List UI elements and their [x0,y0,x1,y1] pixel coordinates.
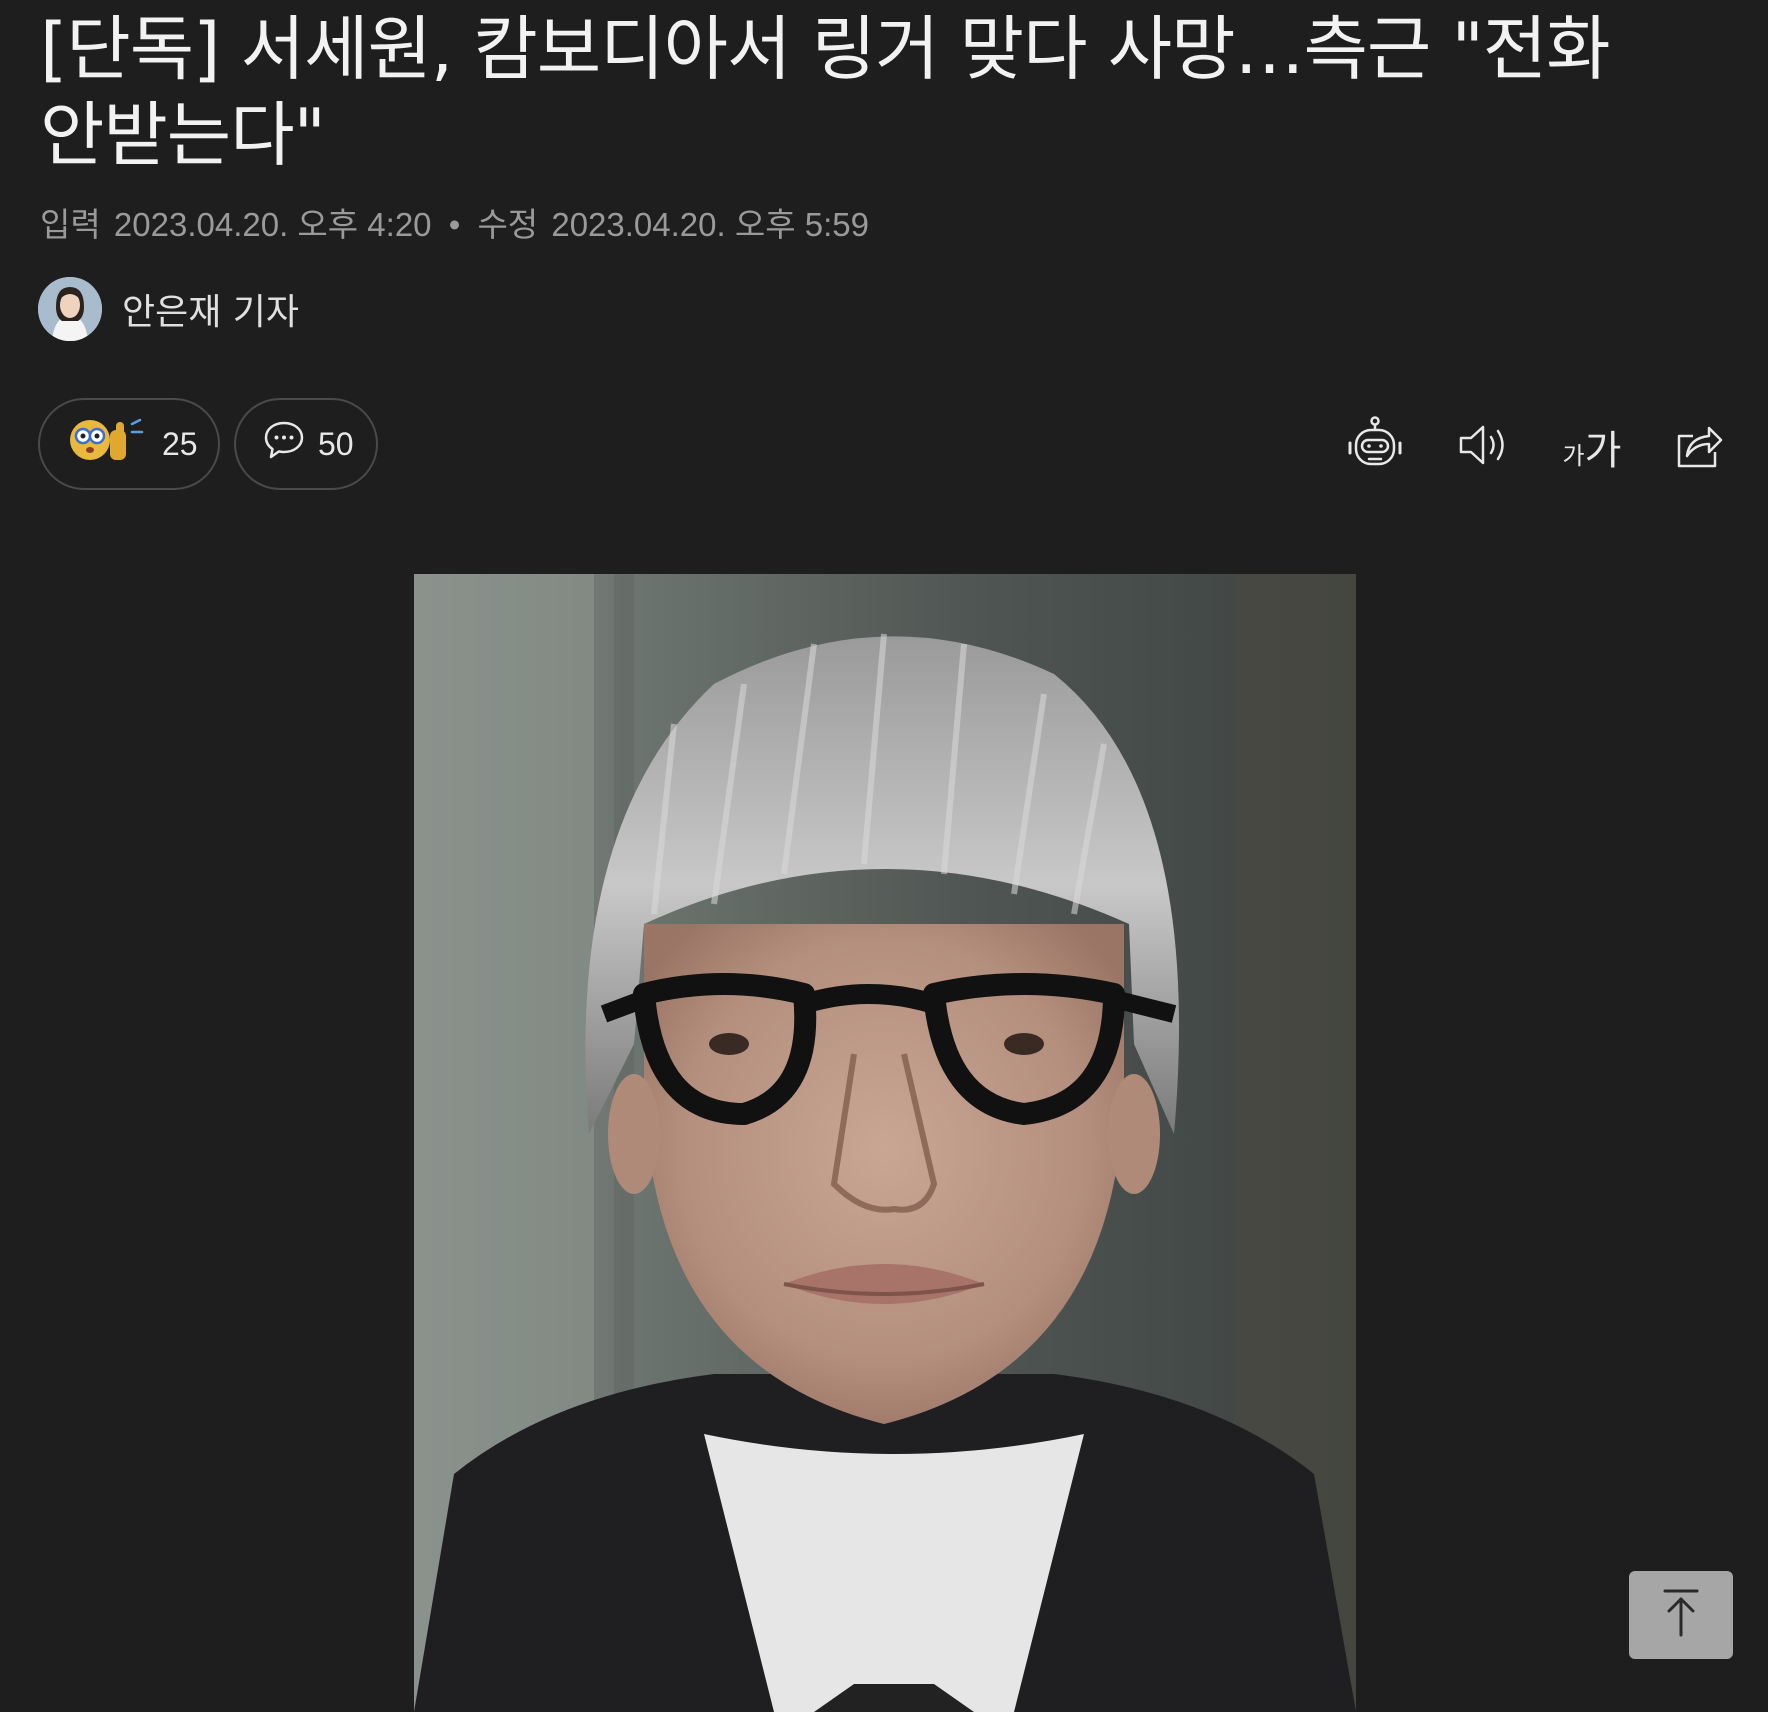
reaction-emoji-icon [66,414,150,474]
reaction-count: 25 [162,425,198,462]
robot-summary-icon [1345,415,1405,479]
input-label: 입력 [40,206,101,243]
author-avatar[interactable] [38,277,102,341]
font-size-button[interactable]: 가가 [1552,412,1632,482]
meta-separator: • [448,206,461,243]
listen-button[interactable] [1448,412,1518,482]
reaction-button[interactable]: 25 [38,398,220,490]
font-size-large-glyph: 가 [1584,428,1622,474]
comment-button[interactable]: 50 [234,398,378,490]
author-byline[interactable]: 안은재 기자 [38,276,299,342]
arrow-up-to-top-icon [1659,1587,1703,1643]
modified-time: 2023.04.20. 오후 5:59 [551,206,869,243]
comment-count: 50 [318,425,354,462]
article-photo [414,574,1356,1712]
font-size-small-glyph: 가 [1562,442,1585,470]
share-button[interactable] [1664,412,1734,482]
scroll-to-top-button[interactable] [1629,1571,1733,1659]
comment-bubble-icon [262,418,306,470]
modified-label: 수정 [477,206,539,243]
font-size-icon: 가가 [1563,418,1622,476]
author-name[interactable]: 안은재 기자 [122,283,299,335]
article-headline: [단독] 서세원, 캄보디아서 링거 맞다 사망…측근 "전화 안받는다" [40,8,1611,176]
share-icon [1673,420,1725,474]
input-time: 2023.04.20. 오후 4:20 [113,206,432,243]
article-timestamps: 입력 2023.04.20. 오후 4:20 • 수정 2023.04.20. … [40,198,869,246]
summary-bot-button[interactable] [1340,412,1410,482]
speaker-icon [1455,420,1511,474]
